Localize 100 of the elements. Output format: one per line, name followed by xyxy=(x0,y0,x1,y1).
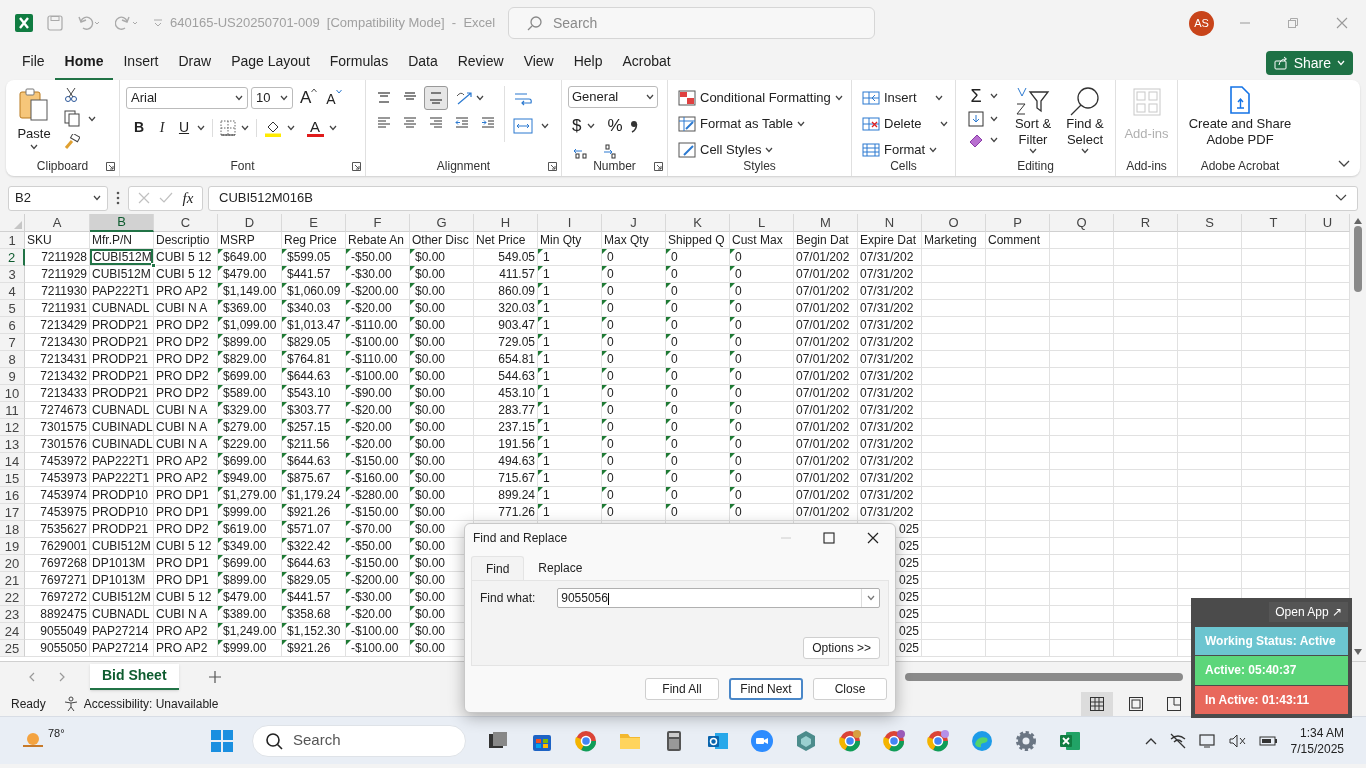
error-flag-icon[interactable] xyxy=(282,640,287,645)
row-header[interactable]: 19 xyxy=(0,538,25,555)
close-icon[interactable] xyxy=(867,532,879,544)
ribbon-tab[interactable]: Acrobat xyxy=(612,45,681,81)
error-flag-icon[interactable] xyxy=(602,300,607,305)
error-flag-icon[interactable] xyxy=(538,470,543,475)
settings-icon[interactable] xyxy=(1014,728,1038,753)
error-flag-icon[interactable] xyxy=(538,300,543,305)
error-flag-icon[interactable] xyxy=(218,572,223,577)
browser-icon[interactable] xyxy=(574,728,598,753)
borders-icon[interactable] xyxy=(220,119,236,136)
error-flag-icon[interactable] xyxy=(346,368,351,373)
options-button[interactable]: Options >> xyxy=(803,637,880,659)
row-header[interactable]: 11 xyxy=(0,402,25,419)
row-header[interactable]: 18 xyxy=(0,521,25,538)
error-flag-icon[interactable] xyxy=(282,572,287,577)
increase-font-size-button[interactable]: A xyxy=(300,88,318,108)
error-flag-icon[interactable] xyxy=(602,283,607,288)
error-flag-icon[interactable] xyxy=(410,521,415,526)
error-flag-icon[interactable] xyxy=(602,385,607,390)
error-flag-icon[interactable] xyxy=(730,385,735,390)
error-flag-icon[interactable] xyxy=(410,572,415,577)
column-header[interactable]: B xyxy=(90,214,154,232)
error-flag-icon[interactable] xyxy=(602,487,607,492)
find-what-field[interactable]: 9055056 xyxy=(557,588,880,608)
error-flag-icon[interactable] xyxy=(602,249,607,254)
error-flag-icon[interactable] xyxy=(730,283,735,288)
column-header[interactable]: R xyxy=(1114,214,1178,232)
error-flag-icon[interactable] xyxy=(218,453,223,458)
dialog-tab[interactable]: Replace xyxy=(524,556,597,580)
row-header[interactable]: 25 xyxy=(0,640,25,657)
decrease-font-size-button[interactable]: A xyxy=(326,87,342,109)
error-flag-icon[interactable] xyxy=(346,453,351,458)
error-flag-icon[interactable] xyxy=(602,453,607,458)
accessibility-status[interactable]: Accessibility: Unavailable xyxy=(83,694,219,713)
column-header[interactable]: S xyxy=(1178,214,1242,232)
error-flag-icon[interactable] xyxy=(346,283,351,288)
error-flag-icon[interactable] xyxy=(410,589,415,594)
error-flag-icon[interactable] xyxy=(410,334,415,339)
error-flag-icon[interactable] xyxy=(410,640,415,645)
column-header[interactable]: N xyxy=(858,214,922,232)
error-flag-icon[interactable] xyxy=(538,351,543,356)
error-flag-icon[interactable] xyxy=(410,470,415,475)
error-flag-icon[interactable] xyxy=(218,402,223,407)
error-flag-icon[interactable] xyxy=(666,317,671,322)
error-flag-icon[interactable] xyxy=(282,317,287,322)
edge-browser-icon[interactable] xyxy=(970,728,994,753)
error-flag-icon[interactable] xyxy=(282,249,287,254)
column-header[interactable]: P xyxy=(986,214,1050,232)
error-flag-icon[interactable] xyxy=(346,334,351,339)
error-flag-icon[interactable] xyxy=(218,283,223,288)
error-flag-icon[interactable] xyxy=(410,385,415,390)
error-flag-icon[interactable] xyxy=(538,249,543,254)
error-flag-icon[interactable] xyxy=(602,351,607,356)
error-flag-icon[interactable] xyxy=(218,589,223,594)
error-flag-icon[interactable] xyxy=(538,283,543,288)
horizontal-scrollbar-thumb[interactable] xyxy=(905,672,1183,681)
error-flag-icon[interactable] xyxy=(282,351,287,356)
error-flag-icon[interactable] xyxy=(666,249,671,254)
error-flag-icon[interactable] xyxy=(218,300,223,305)
italic-button[interactable]: I xyxy=(153,117,171,138)
maximize-icon[interactable] xyxy=(823,532,835,544)
row-header[interactable]: 13 xyxy=(0,436,25,453)
error-flag-icon[interactable] xyxy=(602,470,607,475)
row-header[interactable]: 5 xyxy=(0,300,25,317)
name-box[interactable]: B2 xyxy=(8,185,108,211)
error-flag-icon[interactable] xyxy=(410,453,415,458)
caret-icon[interactable] xyxy=(934,95,943,101)
column-header[interactable]: F xyxy=(346,214,410,232)
caret-icon[interactable] xyxy=(541,123,549,129)
error-flag-icon[interactable] xyxy=(346,266,351,271)
clock-date[interactable]: 7/15/2025 xyxy=(1290,740,1344,757)
column-header[interactable]: H xyxy=(474,214,538,232)
share-button[interactable]: Share xyxy=(1265,51,1353,75)
volume-muted-icon[interactable] xyxy=(1228,732,1247,749)
caret-icon[interactable] xyxy=(1081,148,1089,154)
error-flag-icon[interactable] xyxy=(218,351,223,356)
next-sheet-icon[interactable] xyxy=(59,671,66,682)
error-flag-icon[interactable] xyxy=(218,640,223,645)
error-flag-icon[interactable] xyxy=(410,623,415,628)
error-flag-icon[interactable] xyxy=(410,300,415,305)
error-flag-icon[interactable] xyxy=(538,436,543,441)
error-flag-icon[interactable] xyxy=(410,606,415,611)
normal-view-icon[interactable] xyxy=(1090,696,1104,711)
caret-icon[interactable] xyxy=(939,121,948,127)
error-flag-icon[interactable] xyxy=(538,368,543,373)
percent-button[interactable]: % xyxy=(607,113,623,139)
caret-icon[interactable] xyxy=(197,124,205,131)
ribbon-tab[interactable]: Draw xyxy=(168,45,222,81)
start-icon[interactable] xyxy=(210,728,234,753)
create-pdf-button[interactable]: Create and Share Adobe PDF xyxy=(1184,86,1296,148)
error-flag-icon[interactable] xyxy=(730,470,735,475)
caret-icon[interactable] xyxy=(235,95,243,101)
error-flag-icon[interactable] xyxy=(282,589,287,594)
error-flag-icon[interactable] xyxy=(282,402,287,407)
error-flag-icon[interactable] xyxy=(730,402,735,407)
row-header[interactable]: 4 xyxy=(0,283,25,300)
error-flag-icon[interactable] xyxy=(410,368,415,373)
row-header[interactable]: 2 xyxy=(0,249,25,266)
font-name-dropdown[interactable]: Arial xyxy=(126,87,248,109)
